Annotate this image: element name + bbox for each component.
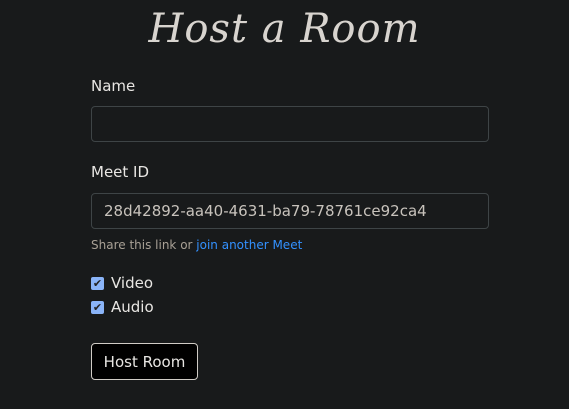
- page-title: Host a Room: [148, 6, 421, 52]
- video-checkbox-row[interactable]: ✔ Video: [91, 274, 153, 292]
- host-room-button[interactable]: Host Room: [91, 343, 198, 380]
- video-label: Video: [111, 274, 154, 292]
- audio-checkbox-row[interactable]: ✔ Audio: [91, 298, 154, 316]
- join-another-meet-link[interactable]: join another Meet: [196, 238, 302, 252]
- video-checkbox[interactable]: ✔: [91, 276, 104, 290]
- audio-label: Audio: [111, 298, 154, 316]
- name-input[interactable]: [91, 106, 489, 142]
- audio-checkbox[interactable]: ✔: [91, 300, 104, 314]
- name-label: Name: [91, 77, 136, 95]
- meet-id-input[interactable]: [91, 193, 489, 229]
- share-help-text: Share this link or join another Meet: [91, 238, 302, 252]
- help-prefix: Share this link or: [91, 238, 197, 252]
- meet-id-label: Meet ID: [91, 163, 150, 181]
